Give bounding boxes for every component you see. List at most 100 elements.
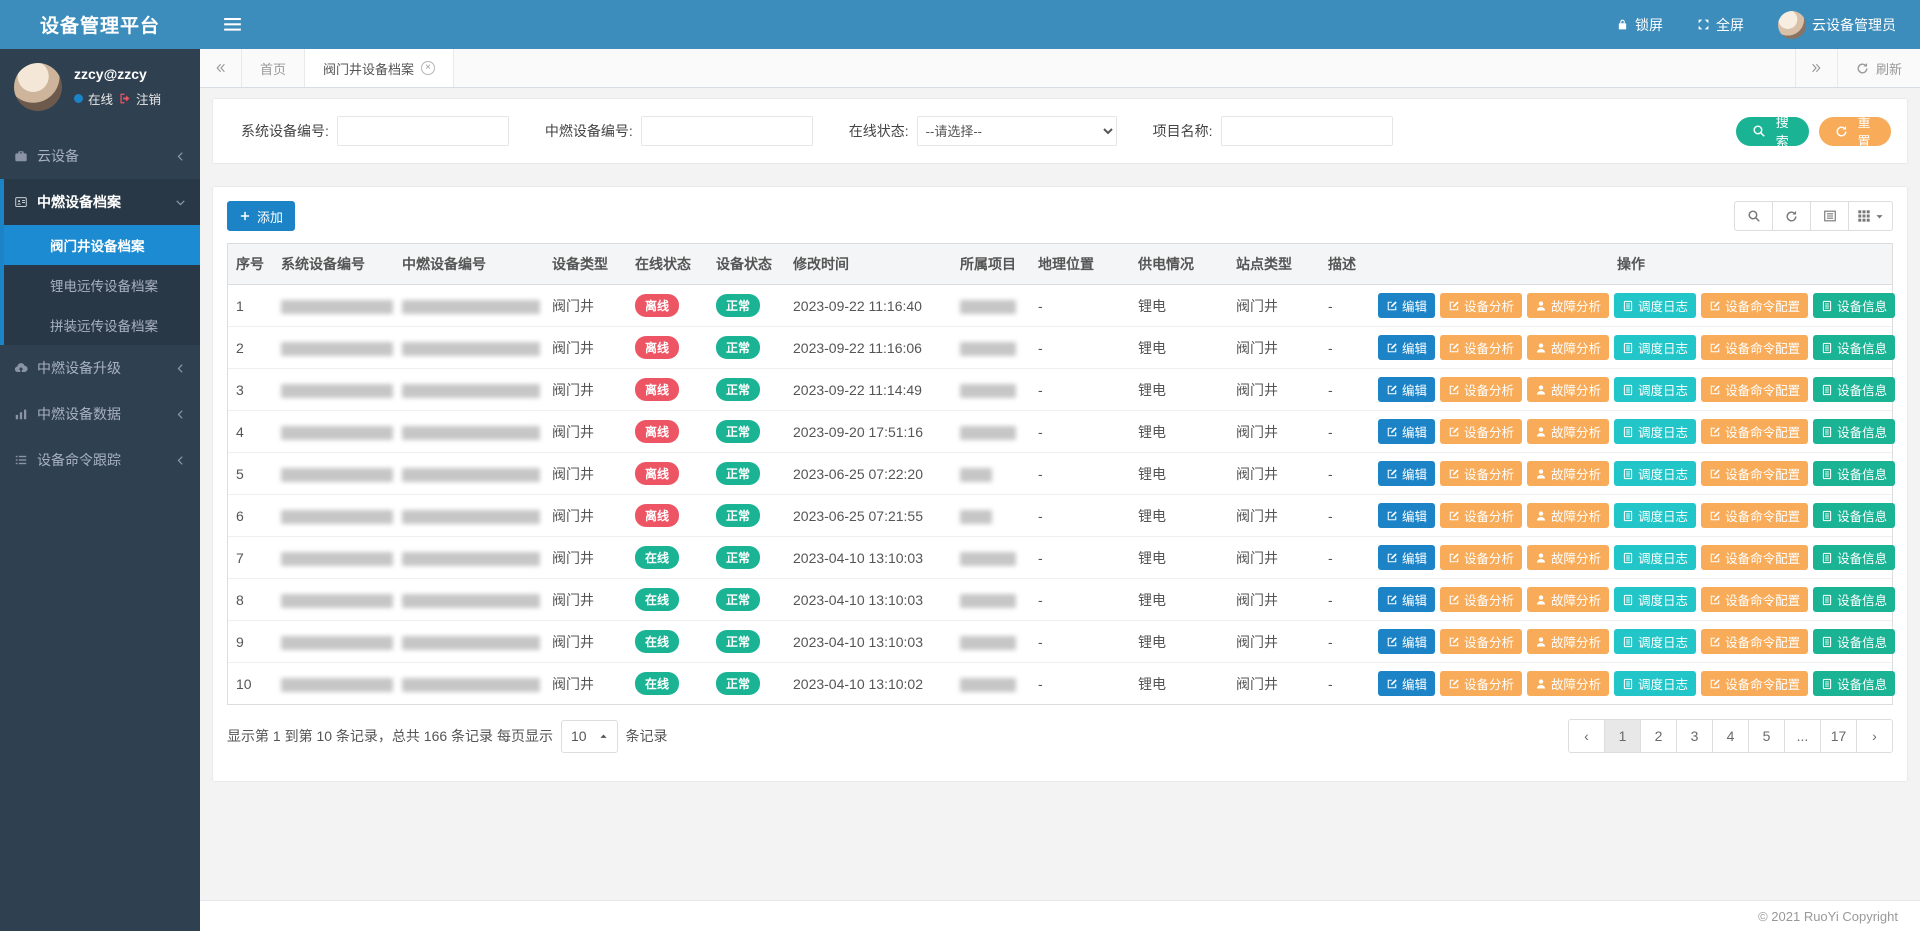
device-info-button[interactable]: 设备信息 (1813, 293, 1895, 318)
fault-analysis-button[interactable]: 故障分析 (1527, 461, 1609, 486)
dispatch-log-button[interactable]: 调度日志 (1614, 671, 1696, 696)
column-header[interactable]: 描述 (1320, 244, 1370, 285)
table-refresh-button[interactable] (1772, 201, 1811, 231)
edit-button[interactable]: 编辑 (1378, 335, 1435, 360)
edit-button[interactable]: 编辑 (1378, 461, 1435, 486)
device-info-button[interactable]: 设备信息 (1813, 671, 1895, 696)
device-command-config-button[interactable]: 设备命令配置 (1701, 671, 1808, 696)
fault-analysis-button[interactable]: 故障分析 (1527, 503, 1609, 528)
dispatch-log-button[interactable]: 调度日志 (1614, 587, 1696, 612)
device-analysis-button[interactable]: 设备分析 (1440, 335, 1522, 360)
sidebar-item-cloud-device[interactable]: 云设备 (0, 133, 200, 179)
device-analysis-button[interactable]: 设备分析 (1440, 671, 1522, 696)
fault-analysis-button[interactable]: 故障分析 (1527, 671, 1609, 696)
dispatch-log-button[interactable]: 调度日志 (1614, 545, 1696, 570)
device-analysis-button[interactable]: 设备分析 (1440, 629, 1522, 654)
device-analysis-button[interactable]: 设备分析 (1440, 461, 1522, 486)
edit-button[interactable]: 编辑 (1378, 293, 1435, 318)
edit-button[interactable]: 编辑 (1378, 377, 1435, 402)
column-header[interactable]: 供电情况 (1130, 244, 1228, 285)
device-command-config-button[interactable]: 设备命令配置 (1701, 503, 1808, 528)
page-button[interactable]: 1 (1604, 719, 1641, 753)
lock-screen-button[interactable]: 锁屏 (1616, 15, 1663, 35)
sidebar-toggle-button[interactable] (224, 18, 241, 31)
tab-home[interactable]: 首页 (242, 49, 305, 87)
gas-device-no-input[interactable] (641, 116, 813, 146)
system-device-no-input[interactable] (337, 116, 509, 146)
fault-analysis-button[interactable]: 故障分析 (1527, 293, 1609, 318)
device-analysis-button[interactable]: 设备分析 (1440, 545, 1522, 570)
logout-link[interactable]: 注销 (136, 89, 161, 108)
tab-valve-well-archive[interactable]: 阀门井设备档案× (305, 49, 454, 87)
column-header[interactable]: 设备状态 (708, 244, 785, 285)
sidebar-item-gas-device-upgrade[interactable]: 中燃设备升级 (0, 345, 200, 391)
table-view-toggle-button[interactable] (1810, 201, 1849, 231)
fault-analysis-button[interactable]: 故障分析 (1527, 629, 1609, 654)
edit-button[interactable]: 编辑 (1378, 629, 1435, 654)
tabs-scroll-right-button[interactable] (1795, 49, 1837, 87)
edit-button[interactable]: 编辑 (1378, 671, 1435, 696)
page-prev-button[interactable]: ‹ (1568, 719, 1605, 753)
fault-analysis-button[interactable]: 故障分析 (1527, 377, 1609, 402)
column-header[interactable]: 设备类型 (544, 244, 627, 285)
reset-button[interactable]: 重置 (1819, 117, 1891, 146)
dispatch-log-button[interactable]: 调度日志 (1614, 461, 1696, 486)
device-info-button[interactable]: 设备信息 (1813, 587, 1895, 612)
search-button[interactable]: 搜索 (1736, 117, 1809, 146)
dispatch-log-button[interactable]: 调度日志 (1614, 377, 1696, 402)
column-header[interactable]: 系统设备编号 (273, 244, 394, 285)
column-header[interactable]: 所属项目 (952, 244, 1030, 285)
device-info-button[interactable]: 设备信息 (1813, 377, 1895, 402)
device-command-config-button[interactable]: 设备命令配置 (1701, 545, 1808, 570)
tabs-scroll-left-button[interactable] (200, 49, 242, 87)
page-next-button[interactable]: › (1856, 719, 1893, 753)
page-button[interactable]: 3 (1676, 719, 1713, 753)
fault-analysis-button[interactable]: 故障分析 (1527, 419, 1609, 444)
dispatch-log-button[interactable]: 调度日志 (1614, 293, 1696, 318)
device-command-config-button[interactable]: 设备命令配置 (1701, 461, 1808, 486)
dispatch-log-button[interactable]: 调度日志 (1614, 503, 1696, 528)
device-info-button[interactable]: 设备信息 (1813, 629, 1895, 654)
device-command-config-button[interactable]: 设备命令配置 (1701, 293, 1808, 318)
fault-analysis-button[interactable]: 故障分析 (1527, 587, 1609, 612)
column-header[interactable]: 操作 (1370, 244, 1892, 285)
edit-button[interactable]: 编辑 (1378, 587, 1435, 612)
sidebar-item-valve-well-archive[interactable]: 阀门井设备档案 (4, 225, 200, 265)
device-info-button[interactable]: 设备信息 (1813, 545, 1895, 570)
device-info-button[interactable]: 设备信息 (1813, 503, 1895, 528)
sidebar-item-gas-device-archive[interactable]: 中燃设备档案 (4, 179, 200, 225)
page-size-select[interactable]: 10 (561, 720, 618, 753)
device-analysis-button[interactable]: 设备分析 (1440, 587, 1522, 612)
page-button[interactable]: 5 (1748, 719, 1785, 753)
column-header[interactable]: 序号 (228, 244, 273, 285)
device-command-config-button[interactable]: 设备命令配置 (1701, 377, 1808, 402)
table-columns-button[interactable] (1848, 201, 1893, 231)
online-status-select[interactable]: --请选择-- (917, 116, 1117, 146)
add-button[interactable]: 添加 (227, 201, 295, 231)
sidebar-item-assembled-remote-archive[interactable]: 拼装远传设备档案 (4, 305, 200, 345)
device-info-button[interactable]: 设备信息 (1813, 461, 1895, 486)
edit-button[interactable]: 编辑 (1378, 503, 1435, 528)
fullscreen-button[interactable]: 全屏 (1697, 15, 1744, 35)
column-header[interactable]: 站点类型 (1228, 244, 1320, 285)
device-info-button[interactable]: 设备信息 (1813, 335, 1895, 360)
dispatch-log-button[interactable]: 调度日志 (1614, 419, 1696, 444)
fault-analysis-button[interactable]: 故障分析 (1527, 545, 1609, 570)
tab-refresh-button[interactable]: 刷新 (1837, 49, 1920, 87)
dispatch-log-button[interactable]: 调度日志 (1614, 629, 1696, 654)
user-menu[interactable]: 云设备管理员 (1778, 11, 1896, 39)
device-analysis-button[interactable]: 设备分析 (1440, 377, 1522, 402)
device-command-config-button[interactable]: 设备命令配置 (1701, 335, 1808, 360)
page-button[interactable]: 2 (1640, 719, 1677, 753)
sidebar-item-device-command-trace[interactable]: 设备命令跟踪 (0, 437, 200, 483)
device-command-config-button[interactable]: 设备命令配置 (1701, 629, 1808, 654)
device-analysis-button[interactable]: 设备分析 (1440, 293, 1522, 318)
column-header[interactable]: 中燃设备编号 (394, 244, 544, 285)
sidebar-item-lithium-remote-archive[interactable]: 锂电远传设备档案 (4, 265, 200, 305)
edit-button[interactable]: 编辑 (1378, 545, 1435, 570)
column-header[interactable]: 在线状态 (627, 244, 708, 285)
device-info-button[interactable]: 设备信息 (1813, 419, 1895, 444)
column-header[interactable]: 地理位置 (1030, 244, 1130, 285)
page-button[interactable]: ... (1784, 719, 1821, 753)
sidebar-item-gas-device-data[interactable]: 中燃设备数据 (0, 391, 200, 437)
